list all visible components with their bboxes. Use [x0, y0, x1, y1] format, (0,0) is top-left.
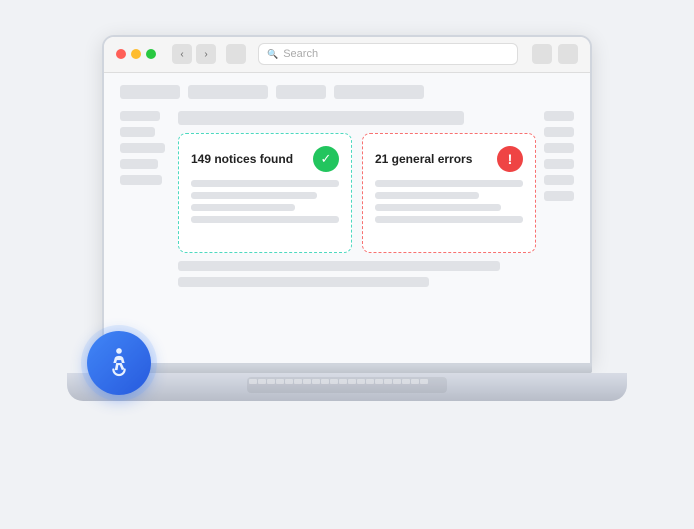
- browser-actions: [532, 44, 578, 64]
- traffic-lights: [116, 49, 156, 59]
- close-dot[interactable]: [116, 49, 126, 59]
- bottom-rows: [178, 261, 536, 287]
- key: [303, 379, 311, 384]
- browser-chrome: ‹ › 🔍 Search: [104, 37, 590, 73]
- error-icon: !: [497, 146, 523, 172]
- key: [330, 379, 338, 384]
- window-button[interactable]: [226, 44, 246, 64]
- sidebar-item: [120, 111, 160, 121]
- sidebar-item: [120, 175, 162, 185]
- search-icon: 🔍: [267, 49, 278, 60]
- bottom-row-block: [178, 277, 429, 287]
- minimize-dot[interactable]: [131, 49, 141, 59]
- address-bar[interactable]: 🔍 Search: [258, 43, 518, 65]
- key: [258, 379, 266, 384]
- content-area: 149 notices found ✓: [178, 111, 536, 351]
- laptop-hinge: [102, 365, 592, 373]
- key: [321, 379, 329, 384]
- card-line: [191, 192, 317, 199]
- key: [285, 379, 293, 384]
- sidebar-item: [120, 127, 155, 137]
- top-bar-row: [120, 85, 574, 99]
- errors-card: 21 general errors !: [362, 133, 536, 253]
- key: [312, 379, 320, 384]
- info-button[interactable]: [532, 44, 552, 64]
- right-sidebar-item: [544, 191, 574, 201]
- top-bar-item: [334, 85, 424, 99]
- key: [393, 379, 401, 384]
- errors-title: 21 general errors: [375, 152, 472, 166]
- card-line: [375, 192, 479, 199]
- key: [366, 379, 374, 384]
- right-sidebar-item: [544, 175, 574, 185]
- sidebar-item: [120, 143, 165, 153]
- main-grid: 149 notices found ✓: [120, 111, 574, 351]
- card-header: 149 notices found ✓: [191, 146, 339, 172]
- card-line: [191, 216, 339, 223]
- key: [294, 379, 302, 384]
- right-sidebar-item: [544, 127, 574, 137]
- key: [384, 379, 392, 384]
- content-top-bar: [178, 111, 464, 125]
- key: [375, 379, 383, 384]
- right-sidebar: [544, 111, 574, 351]
- key: [339, 379, 347, 384]
- right-sidebar-item: [544, 143, 574, 153]
- forward-button[interactable]: ›: [196, 44, 216, 64]
- accessibility-icon: [102, 346, 136, 380]
- bottom-row-block: [178, 261, 500, 271]
- card-line: [375, 180, 523, 187]
- key: [357, 379, 365, 384]
- right-sidebar-item: [544, 111, 574, 121]
- card-header: 21 general errors !: [375, 146, 523, 172]
- card-lines: [191, 180, 339, 223]
- card-line: [191, 180, 339, 187]
- top-bar-item: [120, 85, 180, 99]
- card-line: [191, 204, 295, 211]
- maximize-dot[interactable]: [146, 49, 156, 59]
- top-bar-item: [276, 85, 326, 99]
- left-sidebar: [120, 111, 170, 351]
- share-button[interactable]: [558, 44, 578, 64]
- key: [402, 379, 410, 384]
- key: [411, 379, 419, 384]
- key: [276, 379, 284, 384]
- card-line: [375, 216, 523, 223]
- back-button[interactable]: ‹: [172, 44, 192, 64]
- scene: ‹ › 🔍 Search: [67, 35, 627, 495]
- notices-title: 149 notices found: [191, 152, 293, 166]
- key: [249, 379, 257, 384]
- key: [420, 379, 428, 384]
- browser-content: 149 notices found ✓: [104, 73, 590, 363]
- nav-buttons: ‹ ›: [172, 44, 216, 64]
- right-sidebar-item: [544, 159, 574, 169]
- search-text: Search: [283, 48, 318, 60]
- key: [267, 379, 275, 384]
- key: [348, 379, 356, 384]
- card-line: [375, 204, 501, 211]
- check-icon: ✓: [313, 146, 339, 172]
- accessibility-button[interactable]: [87, 331, 151, 395]
- cards-row: 149 notices found ✓: [178, 133, 536, 253]
- sidebar-item: [120, 159, 158, 169]
- keyboard-area: [247, 377, 447, 393]
- laptop-screen: ‹ › 🔍 Search: [102, 35, 592, 365]
- card-lines: [375, 180, 523, 223]
- notices-card: 149 notices found ✓: [178, 133, 352, 253]
- top-bar-item: [188, 85, 268, 99]
